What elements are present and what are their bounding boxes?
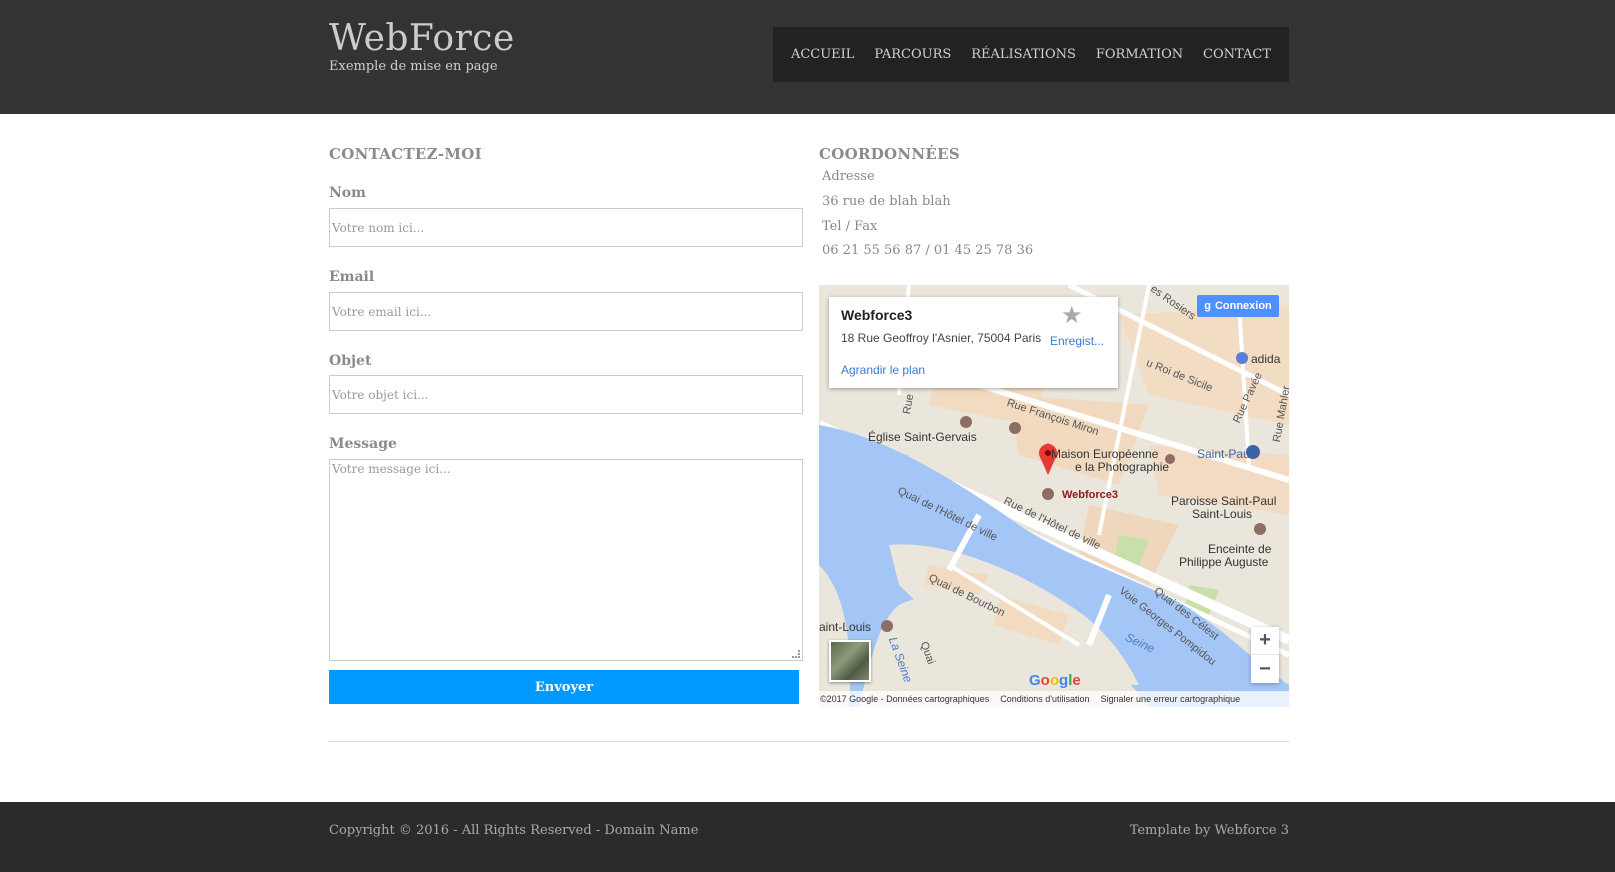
zoom-out-button[interactable]: −	[1251, 655, 1279, 683]
map-label-enceinte1: Enceinte de	[1208, 542, 1272, 556]
subject-label: Objet	[329, 353, 372, 369]
footer-credit: Template by Webforce 3	[1129, 823, 1289, 838]
google-plus-icon: g	[1204, 300, 1211, 312]
map-place-address: 18 Rue Geoffroy l'Asnier, 75004 Paris	[841, 331, 1042, 345]
map-copyright: ©2017 Google - Données cartographiques	[820, 694, 990, 704]
map-footer: ©2017 Google - Données cartographiques C…	[819, 691, 1289, 707]
site-footer: Copyright © 2016 - All Rights Reserved -…	[0, 802, 1615, 872]
map-report-link[interactable]: Signaler une erreur cartographique	[1101, 694, 1241, 704]
zoom-in-button[interactable]: +	[1251, 627, 1279, 655]
message-label: Message	[329, 436, 397, 452]
map-terms-link[interactable]: Conditions d'utilisation	[1000, 694, 1089, 704]
star-icon[interactable]: ★	[1061, 301, 1083, 330]
map-label-adida: adida	[1251, 352, 1281, 366]
nav-accueil[interactable]: ACCUEIL	[791, 47, 855, 62]
name-label: Nom	[329, 185, 366, 201]
map-label-saint-paul: Saint-Paul	[1197, 447, 1253, 461]
nav-contact[interactable]: CONTACT	[1203, 47, 1271, 62]
map-label-webforce3[interactable]: Webforce3	[1062, 489, 1118, 501]
footer-copyright: Copyright © 2016 - All Rights Reserved -…	[329, 823, 699, 838]
email-label: Email	[329, 269, 375, 285]
nav-formation[interactable]: FORMATION	[1096, 47, 1183, 62]
message-placeholder: Votre message ici...	[332, 462, 451, 476]
nav-parcours[interactable]: PARCOURS	[874, 47, 951, 62]
main-nav: ACCUEIL PARCOURS RÉALISATIONS FORMATION …	[773, 27, 1289, 82]
subject-input[interactable]: Votre objet ici...	[329, 375, 803, 414]
save-place-link[interactable]: Enregist...	[1050, 334, 1104, 348]
phone-label: Tel / Fax	[822, 219, 878, 234]
google-map[interactable]: Église Saint-Gervais Quai de l'Hôtel de …	[819, 285, 1289, 707]
resize-handle[interactable]	[792, 650, 800, 658]
google-logo: Google	[1029, 672, 1081, 689]
map-info-window: Webforce3 18 Rue Geoffroy l'Asnier, 7500…	[829, 297, 1118, 388]
enlarge-map-link[interactable]: Agrandir le plan	[841, 363, 925, 377]
map-label-maison1: Maison Européenne	[1051, 447, 1159, 461]
site-logo[interactable]: WebForce	[329, 18, 515, 59]
message-textarea[interactable]: Votre message ici...	[329, 459, 803, 661]
map-label-eglise: Église Saint-Gervais	[868, 430, 977, 444]
map-zoom-controls: + −	[1251, 627, 1279, 683]
google-connect-button[interactable]: g Connexion	[1197, 295, 1279, 317]
satellite-toggle[interactable]	[829, 640, 871, 682]
map-label-paroisse1: Paroisse Saint-Paul	[1171, 494, 1277, 508]
nav-realisations[interactable]: RÉALISATIONS	[971, 47, 1076, 62]
content-divider	[329, 741, 1289, 742]
map-label-saint-louis: aint-Louis	[819, 620, 872, 634]
coordinates-title: COORDONNÉES	[819, 145, 961, 163]
name-input[interactable]: Votre nom ici...	[329, 208, 803, 247]
site-tagline: Exemple de mise en page	[329, 59, 498, 74]
phone-value: 06 21 55 56 87 / 01 45 25 78 36	[822, 243, 1034, 258]
submit-button[interactable]: Envoyer	[329, 670, 799, 704]
map-label-enceinte2: Philippe Auguste	[1179, 555, 1269, 569]
address-label: Adresse	[822, 169, 875, 184]
map-label-paroisse2: Saint-Louis	[1192, 507, 1253, 521]
site-header: WebForce Exemple de mise en page ACCUEIL…	[0, 0, 1615, 114]
email-input[interactable]: Votre email ici...	[329, 292, 803, 331]
google-connect-label: Connexion	[1214, 300, 1272, 312]
address-value: 36 rue de blah blah	[822, 194, 951, 209]
map-place-name: Webforce3	[841, 307, 913, 323]
contact-form-title: CONTACTEZ-MOI	[329, 145, 482, 163]
map-label-maison2: e la Photographie	[1075, 460, 1170, 474]
